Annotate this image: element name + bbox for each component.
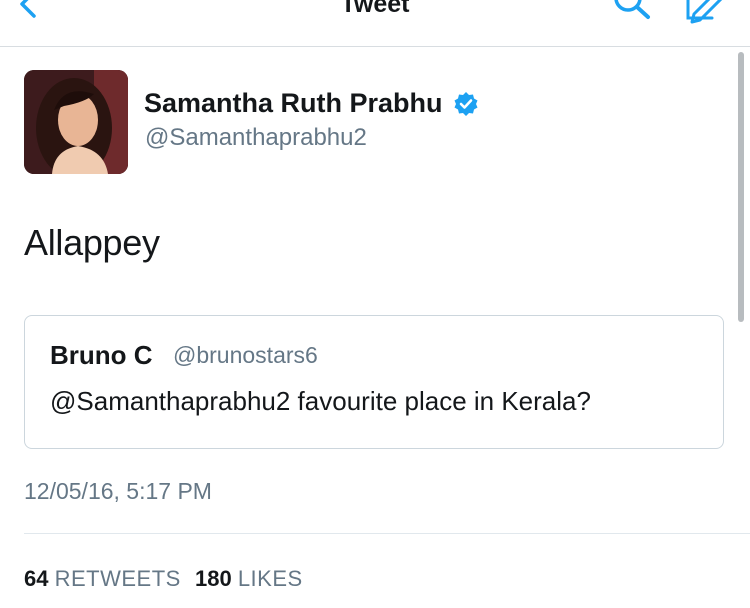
scrollbar[interactable] — [738, 52, 744, 322]
compose-icon[interactable] — [682, 0, 728, 26]
avatar[interactable] — [24, 70, 128, 174]
author-name-text: Samantha Ruth Prabhu — [144, 88, 443, 118]
author-handle[interactable]: @Samanthaprabhu2 — [145, 124, 367, 152]
profile-photo-icon — [24, 70, 128, 174]
navigation-bar: Tweet — [0, 0, 750, 47]
author-name[interactable]: Samantha Ruth Prabhu — [144, 88, 479, 119]
retweets-count: 64 — [24, 566, 49, 591]
tweet-stats: 64 RETWEETS 180 LIKES — [24, 566, 303, 592]
verified-badge-icon — [454, 91, 478, 116]
quoted-tweet-text: @Samanthaprabhu2 favourite place in Kera… — [50, 386, 591, 416]
tweet-text: Allappey — [24, 222, 160, 263]
likes-stat[interactable]: 180 LIKES — [195, 566, 303, 591]
search-icon[interactable] — [608, 0, 656, 26]
tweet-timestamp: 12/05/16, 5:17 PM — [24, 478, 212, 504]
retweets-label: RETWEETS — [54, 566, 181, 591]
quoted-author-handle: @brunostars6 — [173, 342, 318, 368]
divider — [24, 533, 750, 534]
likes-count: 180 — [194, 566, 232, 591]
quoted-tweet[interactable]: Bruno C @brunostars6 @Samanthaprabhu2 fa… — [24, 315, 724, 449]
quoted-author-name: Bruno C — [50, 340, 153, 370]
retweets-stat[interactable]: 64 RETWEETS — [24, 566, 187, 591]
likes-label: LIKES — [237, 566, 303, 591]
